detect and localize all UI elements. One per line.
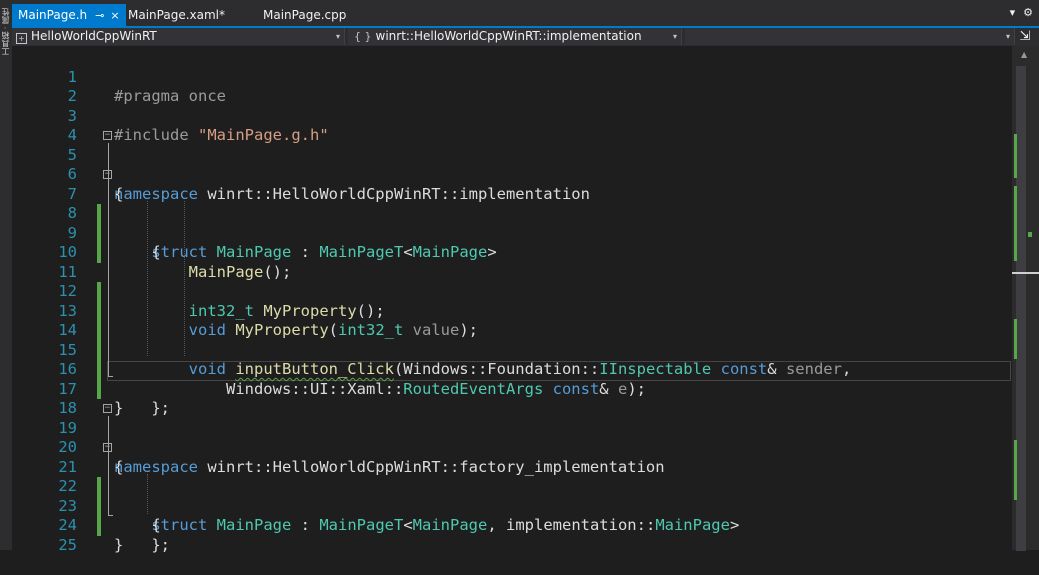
code-line[interactable]: 14 void inputButton_Click(Windows::Found… [29,302,1012,378]
member-dropdown[interactable]: ▾ [685,28,1015,45]
code-token: } [114,535,124,554]
scroll-change-marker [1014,186,1017,261]
collapse-icon[interactable]: − [103,131,112,140]
tab-label: MainPage.cpp [263,8,347,22]
code-line[interactable]: 7 − struct MainPage : MainPageT<MainPage… [29,165,1012,262]
vertical-scrollbar[interactable]: ▲ [1012,46,1039,551]
code-line[interactable]: 20 { [29,419,1012,476]
code-line[interactable]: 9 MainPage(); [29,204,1012,281]
code-line[interactable]: 16 }; [29,341,1012,417]
scroll-change-marker [1014,440,1017,500]
code-line[interactable]: 15 Windows::UI::Xaml::RoutedEventArgs co… [29,321,1012,398]
code-line[interactable]: 3 #include "MainPage.g.h" [29,87,1012,145]
code-line[interactable]: 22 { [29,458,1012,534]
tab-dropdown-icon[interactable]: ▾ [1010,6,1016,22]
code-line[interactable]: 12 void MyProperty(int32_t value); [29,263,1012,339]
code-line[interactable]: 4 [29,107,1012,144]
scroll-change-marker [1014,134,1017,178]
code-line[interactable]: 21 − struct MainPage : MainPageT<MainPag… [29,438,1012,535]
side-strip-label[interactable]: 工具箱 · 属性 [1,8,11,56]
document-tab-row: MainPage.h ⊸ × MainPage.xaml* MainPage.cpp… [12,0,1039,26]
code-line[interactable]: 17 } [29,360,1012,418]
code-line[interactable]: 13 [29,282,1012,341]
code-line[interactable]: 18 [29,380,1012,417]
scope-dropdown[interactable]: { } winrt::HelloWorldCppWinRT::implementa… [348,28,682,45]
chevron-down-icon: ▾ [335,32,340,41]
code-line[interactable]: 19 − namespace winrt::HelloWorldCppWinRT… [29,399,1012,476]
chevron-down-icon: ▾ [672,32,677,41]
code-line[interactable]: 24 } [29,497,1012,554]
scrollbar-thumb[interactable] [1016,66,1026,551]
code-line[interactable]: 8 { [29,185,1012,261]
tab-mainpage-xaml[interactable]: MainPage.xaml* [122,4,252,26]
line-number: 25 [58,535,77,554]
code-line[interactable]: 2 [29,68,1012,105]
scroll-change-marker [1014,319,1017,359]
project-dropdown[interactable]: + HelloWorldCppWinRT ▾ [12,28,345,45]
namespace-icon: { } [354,30,372,43]
code-line[interactable]: 25 [29,516,1012,554]
tab-overflow-controls: ▾ ⚙ [1010,6,1033,22]
code-line[interactable]: 6 { [29,146,1012,203]
code-token: }; [151,535,170,554]
project-name: HelloWorldCppWinRT [31,29,157,43]
code-line[interactable]: 1 #pragma once [29,48,1012,106]
tab-mainpage-h[interactable]: MainPage.h ⊸ × [12,4,126,26]
collapse-icon[interactable]: − [103,170,112,179]
glyph-margin[interactable] [12,46,29,550]
project-icon: + [16,33,27,44]
collapse-icon[interactable]: − [103,404,112,413]
close-icon[interactable]: × [110,5,119,27]
scope-name: winrt::HelloWorldCppWinRT::implementatio… [375,29,642,43]
pin-icon[interactable]: ⊸ [95,5,104,27]
scroll-up-icon[interactable]: ▲ [1021,50,1027,59]
collapse-icon[interactable]: − [103,443,112,452]
tab-label: MainPage.h [18,8,88,22]
scroll-caret-marker [1012,272,1039,274]
split-window-icon[interactable]: ⇲ [1017,28,1033,45]
navigation-bar: + HelloWorldCppWinRT ▾ { } winrt::HelloWor… [12,28,1039,47]
code-line[interactable]: 11 int32_t MyProperty(); [29,243,1012,320]
code-editor[interactable]: 1 #pragma once 2 3 #include "MainPage.g.… [29,46,1012,554]
tab-mainpage-cpp[interactable]: MainPage.cpp [257,4,367,26]
scroll-change-marker [1028,232,1032,237]
code-line[interactable]: 23 }; [29,477,1012,554]
gear-icon[interactable]: ⚙ [1023,6,1033,22]
code-line[interactable]: 5 − namespace winrt::HelloWorldCppWinRT:… [29,126,1012,203]
chevron-down-icon: ▾ [1005,32,1010,41]
code-line[interactable]: 10 [29,224,1012,261]
tab-label: MainPage.xaml* [128,8,225,22]
